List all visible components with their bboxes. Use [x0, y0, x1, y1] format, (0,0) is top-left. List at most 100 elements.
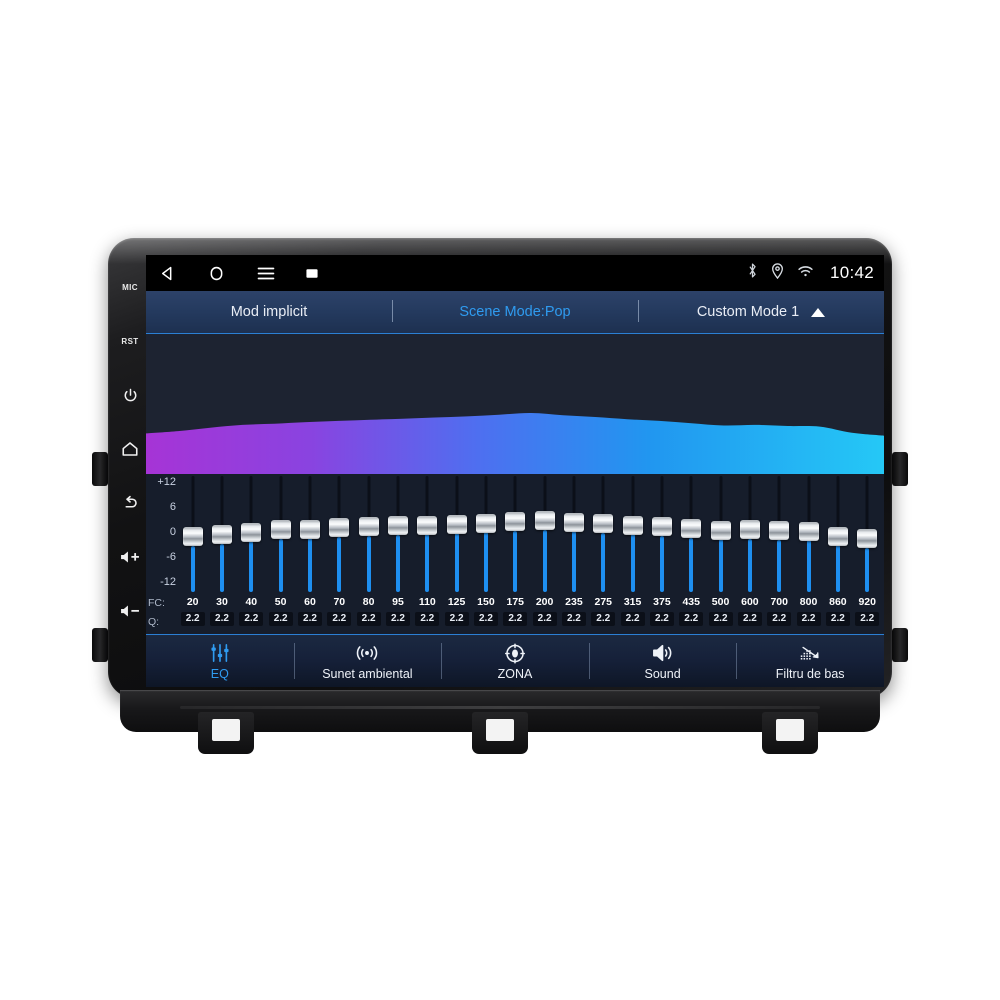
band-label-column[interactable]: 235 2.2	[559, 594, 588, 636]
tab-default-mode[interactable]: Mod implicit	[146, 304, 392, 320]
fader-knob[interactable]	[798, 521, 819, 541]
chevron-up-icon[interactable]	[811, 307, 826, 317]
eq-fader[interactable]	[530, 474, 559, 594]
band-label-column[interactable]: 95 2.2	[383, 594, 412, 636]
fader-knob[interactable]	[593, 514, 614, 534]
band-label-column[interactable]: 500 2.2	[706, 594, 735, 636]
eq-fader[interactable]	[677, 474, 706, 594]
band-q-value[interactable]: 2.2	[737, 612, 762, 626]
band-q-value[interactable]: 2.2	[561, 612, 586, 626]
band-label-column[interactable]: 315 2.2	[618, 594, 647, 636]
eq-fader[interactable]	[794, 474, 823, 594]
tab-scene-mode[interactable]: Scene Mode:Pop	[392, 304, 638, 320]
band-q-value[interactable]: 2.2	[708, 612, 733, 626]
band-label-column[interactable]: 600 2.2	[735, 594, 764, 636]
back-icon[interactable]	[114, 476, 146, 530]
eq-fader[interactable]	[237, 474, 266, 594]
band-q-value[interactable]: 2.2	[209, 612, 234, 626]
band-label-column[interactable]: 60 2.2	[295, 594, 324, 636]
band-label-column[interactable]: 860 2.2	[823, 594, 852, 636]
eq-fader[interactable]	[559, 474, 588, 594]
nav-item-eq[interactable]: EQ	[146, 635, 294, 687]
eq-fader[interactable]	[413, 474, 442, 594]
fader-knob[interactable]	[505, 512, 526, 532]
fader-knob[interactable]	[182, 527, 203, 547]
eq-fader[interactable]	[706, 474, 735, 594]
band-label-column[interactable]: 110 2.2	[413, 594, 442, 636]
home-icon[interactable]	[207, 264, 226, 283]
band-q-value[interactable]: 2.2	[679, 612, 704, 626]
eq-fader[interactable]	[735, 474, 764, 594]
band-label-column[interactable]: 700 2.2	[765, 594, 794, 636]
fader-knob[interactable]	[329, 518, 350, 538]
band-label-column[interactable]: 200 2.2	[530, 594, 559, 636]
band-q-value[interactable]: 2.2	[268, 612, 293, 626]
eq-fader[interactable]	[647, 474, 676, 594]
band-q-value[interactable]: 2.2	[415, 612, 440, 626]
band-label-column[interactable]: 50 2.2	[266, 594, 295, 636]
eq-fader[interactable]	[471, 474, 500, 594]
fader-knob[interactable]	[299, 519, 320, 539]
fader-knob[interactable]	[622, 515, 643, 535]
band-q-value[interactable]: 2.2	[503, 612, 528, 626]
band-label-column[interactable]: 40 2.2	[237, 594, 266, 636]
fader-knob[interactable]	[358, 517, 379, 537]
band-label-column[interactable]: 275 2.2	[589, 594, 618, 636]
screenshot-icon[interactable]	[306, 268, 318, 279]
band-label-column[interactable]: 800 2.2	[794, 594, 823, 636]
band-q-value[interactable]: 2.2	[591, 612, 616, 626]
fader-knob[interactable]	[563, 512, 584, 532]
power-icon[interactable]	[114, 368, 146, 422]
band-label-column[interactable]: 20 2.2	[178, 594, 207, 636]
band-q-value[interactable]: 2.2	[356, 612, 381, 626]
band-q-value[interactable]: 2.2	[327, 612, 352, 626]
reset-label[interactable]: RST	[114, 314, 146, 368]
volume-up-icon[interactable]	[114, 530, 146, 584]
nav-item-surround[interactable]: Sunet ambiental	[293, 635, 442, 687]
eq-fader[interactable]	[618, 474, 647, 594]
eq-fader[interactable]	[266, 474, 295, 594]
eq-fader[interactable]	[823, 474, 852, 594]
band-q-value[interactable]: 2.2	[444, 612, 469, 626]
fader-knob[interactable]	[710, 520, 731, 540]
band-q-value[interactable]: 2.2	[620, 612, 645, 626]
eq-fader[interactable]	[178, 474, 207, 594]
back-icon[interactable]	[158, 264, 177, 283]
band-q-value[interactable]: 2.2	[855, 612, 880, 626]
fader-knob[interactable]	[270, 520, 291, 540]
eq-fader[interactable]	[501, 474, 530, 594]
band-q-value[interactable]: 2.2	[180, 612, 205, 626]
eq-fader[interactable]	[295, 474, 324, 594]
band-q-value[interactable]: 2.2	[473, 612, 498, 626]
fader-knob[interactable]	[827, 526, 848, 546]
eq-fader[interactable]	[325, 474, 354, 594]
band-q-value[interactable]: 2.2	[532, 612, 557, 626]
nav-item-lowpass[interactable]: Filtru de bas	[736, 635, 884, 687]
fader-knob[interactable]	[857, 529, 878, 548]
band-label-column[interactable]: 375 2.2	[647, 594, 676, 636]
band-label-column[interactable]: 80 2.2	[354, 594, 383, 636]
band-label-column[interactable]: 70 2.2	[325, 594, 354, 636]
band-label-column[interactable]: 435 2.2	[677, 594, 706, 636]
fader-knob[interactable]	[446, 514, 467, 534]
band-label-column[interactable]: 30 2.2	[207, 594, 236, 636]
band-q-value[interactable]: 2.2	[825, 612, 850, 626]
fader-knob[interactable]	[475, 513, 496, 533]
band-q-value[interactable]: 2.2	[796, 612, 821, 626]
nav-item-sound[interactable]: Sound	[588, 635, 737, 687]
band-q-value[interactable]: 2.2	[239, 612, 264, 626]
fader-knob[interactable]	[769, 521, 790, 541]
eq-fader[interactable]	[853, 474, 882, 594]
band-q-value[interactable]: 2.2	[385, 612, 410, 626]
fader-knob[interactable]	[651, 517, 672, 537]
band-label-column[interactable]: 175 2.2	[501, 594, 530, 636]
eq-fader[interactable]	[207, 474, 236, 594]
eq-fader[interactable]	[589, 474, 618, 594]
nav-item-zone[interactable]: ZONA	[441, 635, 589, 687]
home-icon[interactable]	[114, 422, 146, 476]
menu-icon[interactable]	[256, 265, 276, 282]
band-label-column[interactable]: 920 2.2	[853, 594, 882, 636]
fader-knob[interactable]	[417, 515, 438, 535]
fader-knob[interactable]	[739, 520, 760, 540]
eq-fader[interactable]	[383, 474, 412, 594]
